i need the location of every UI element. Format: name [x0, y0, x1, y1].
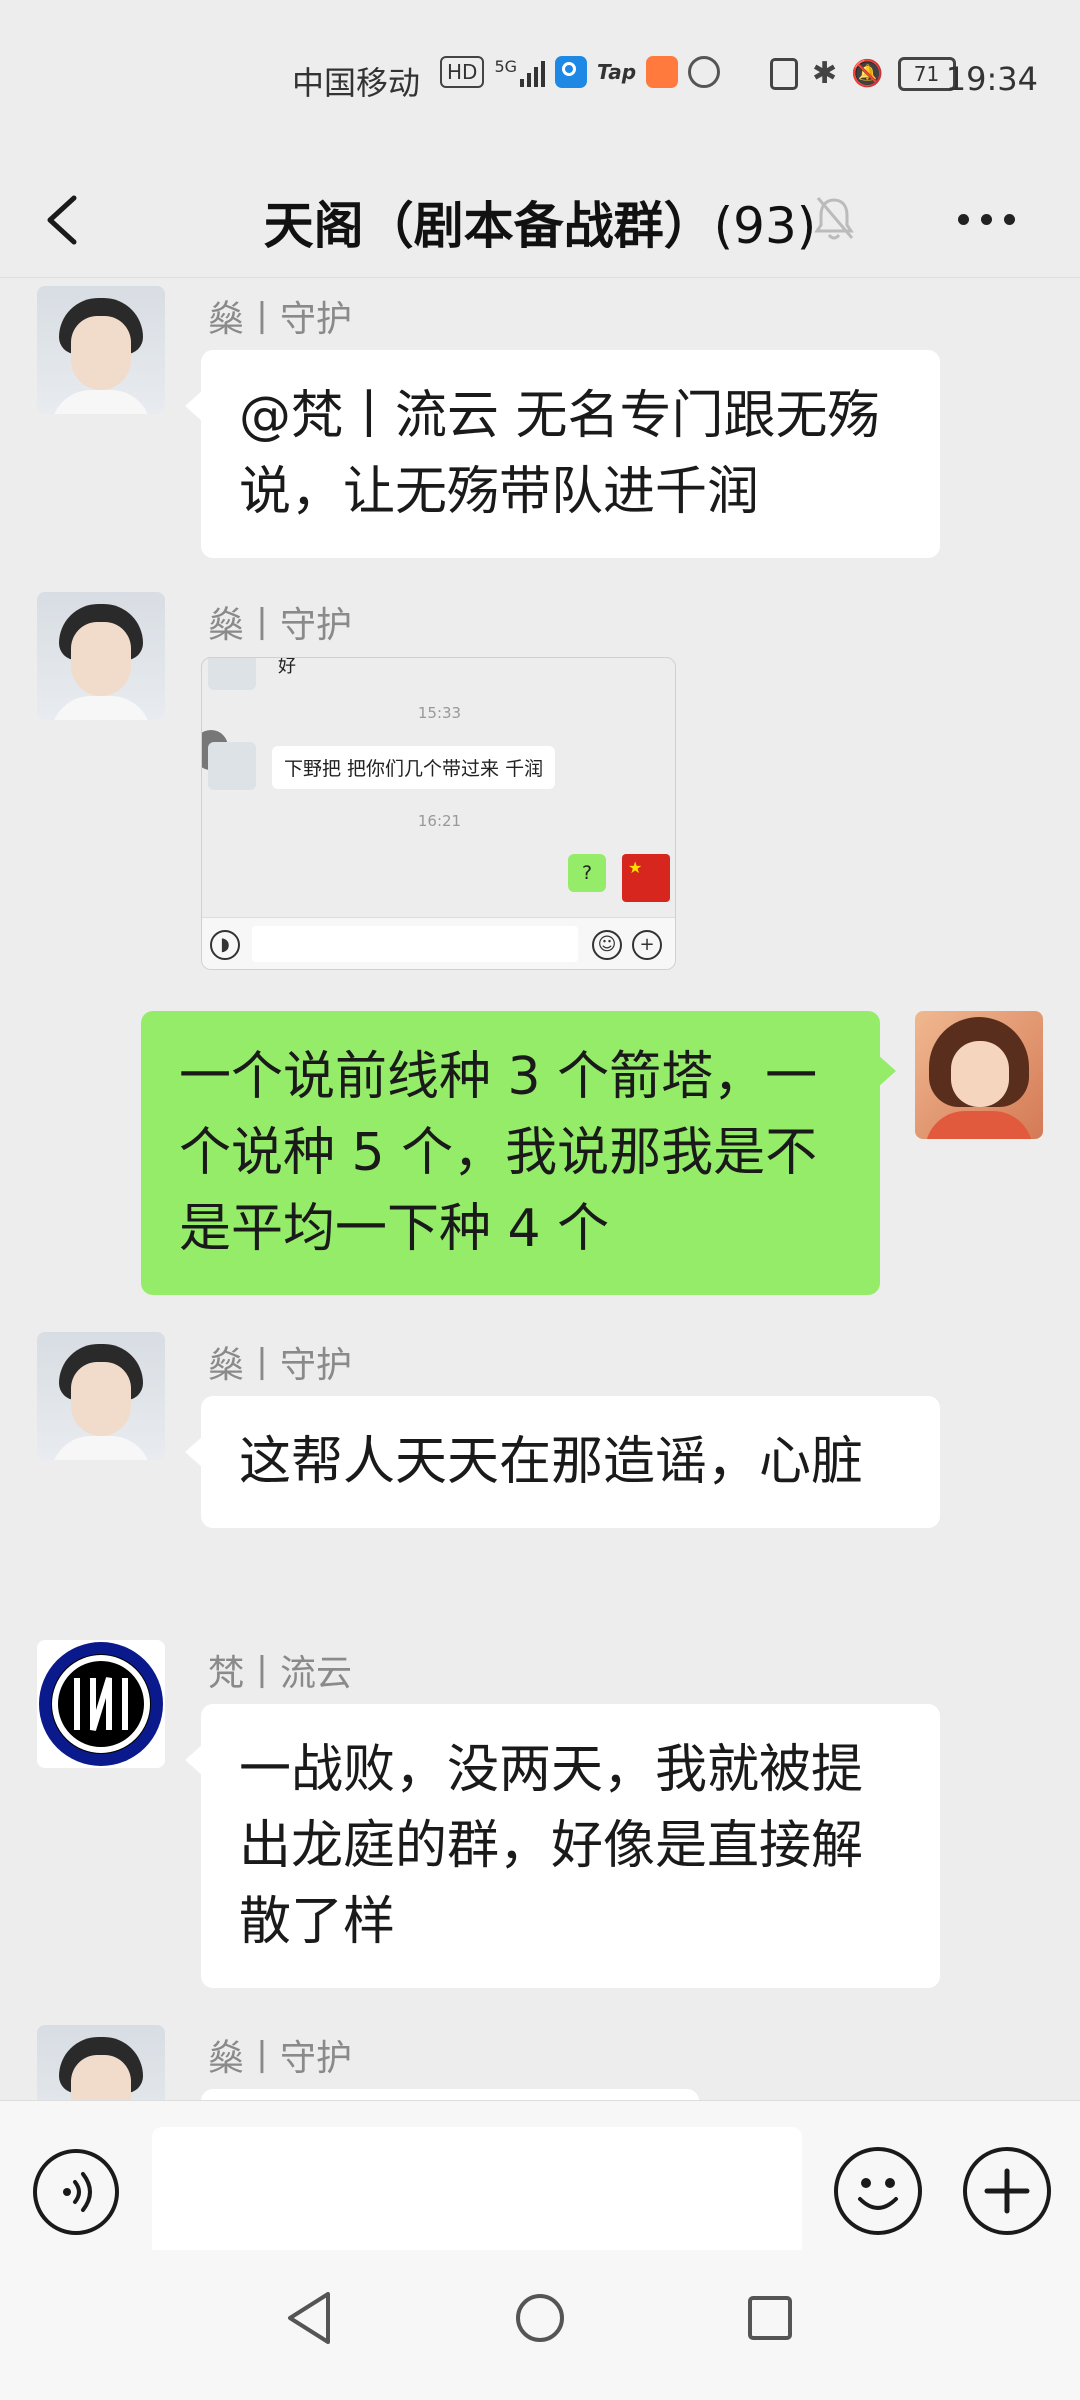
input-bar: ◗ ☺ + [202, 917, 675, 969]
message-bubble[interactable]: 一个说前线种 3 个箭塔，一个说种 5 个，我说那我是不是平均一下种 4 个 [141, 1011, 896, 1295]
status-bar: 中国移动 HD 5G Tap ✱ 🔕 71 19:34 [0, 0, 1080, 160]
avatar[interactable] [37, 1332, 165, 1460]
message-bubble[interactable]: @梵丨流云 无名专门跟无殇说，让无殇带队进千润 [185, 350, 940, 558]
sender-name: 燊丨守护 [208, 1345, 353, 1386]
avatar [208, 658, 256, 690]
group-name: 天阁（剧本备战群） [263, 197, 714, 255]
avatar[interactable] [37, 1640, 165, 1768]
flag-avatar: ★ [622, 854, 670, 902]
plus-button[interactable] [963, 2147, 1051, 2235]
timestamp: 16:21 [417, 812, 462, 830]
plus-icon: + [632, 930, 662, 960]
input-bar [0, 2100, 1080, 2257]
more-dots-icon [958, 214, 969, 225]
status-icons-left: HD 5G Tap [440, 56, 721, 88]
sender-name: 燊丨守护 [208, 2038, 353, 2079]
hand-app-icon [688, 56, 721, 88]
voice-icon [63, 2172, 92, 2212]
plus-icon [984, 2168, 1030, 2214]
emoji-icon [858, 2178, 898, 2210]
bell-off-icon: 🔕 [851, 58, 884, 89]
signal-icon: 5G [494, 57, 546, 87]
more-button[interactable] [958, 214, 1015, 225]
text-field [252, 926, 578, 962]
message-bubble[interactable] [201, 2089, 699, 2100]
message-bubble: 下野把 把你们几个带过来 千润 [272, 746, 556, 789]
nav-home-icon[interactable] [512, 2286, 568, 2350]
sender-name: 燊丨守护 [208, 299, 353, 340]
nfc-icon [770, 57, 798, 90]
network-label: 5G [494, 57, 518, 76]
heart-app-icon [646, 56, 679, 88]
message-bubble: ? [568, 854, 607, 892]
bell-muted-icon [812, 194, 856, 246]
hd-icon: HD [440, 56, 485, 88]
nav-back-icon[interactable] [282, 2286, 338, 2350]
avatar [208, 742, 256, 790]
avatar[interactable] [915, 1011, 1043, 1139]
sender-name: 梵丨流云 [208, 1653, 353, 1694]
avatar[interactable] [37, 286, 165, 414]
avatar[interactable] [37, 2025, 165, 2100]
chat-title: 天阁（剧本备战群）(93) [0, 186, 1080, 258]
message-input[interactable] [152, 2127, 802, 2257]
member-count: (93) [713, 197, 817, 255]
partial-text: 好 [278, 657, 296, 677]
navigation-bar [0, 2250, 1080, 2400]
emoji-button[interactable] [834, 2147, 922, 2235]
timestamp: 15:33 [417, 704, 462, 722]
voice-button[interactable] [33, 2149, 119, 2235]
emoji-icon: ☺ [592, 930, 622, 960]
taptap-icon: Tap [597, 60, 637, 84]
search-app-icon [555, 56, 588, 88]
avatar[interactable] [37, 592, 165, 720]
sender-name: 燊丨守护 [208, 605, 353, 646]
status-icons-right: ✱ 🔕 71 [770, 56, 956, 91]
carrier-label: 中国移动 [292, 64, 421, 102]
message-bubble[interactable]: 一战败，没两天，我就被提出龙庭的群，好像是直接解散了样 [185, 1704, 940, 1988]
clock: 19:34 [945, 60, 1038, 98]
message-list[interactable]: 燊丨守护 @梵丨流云 无名专门跟无殇说，让无殇带队进千润 燊丨守护 好 15:3… [0, 278, 1080, 2100]
bluetooth-icon: ✱ [812, 56, 838, 91]
message-bubble[interactable]: 这帮人天天在那造谣，心脏 [185, 1396, 940, 1528]
voice-icon: ◗ [210, 930, 240, 960]
chat-header: 天阁（剧本备战群）(93) [0, 160, 1080, 278]
nav-recents-icon[interactable] [742, 2286, 798, 2350]
inter-logo-icon [39, 1642, 163, 1766]
image-message[interactable]: 好 15:33 下野把 把你们几个带过来 千润 16:21 ? ★ ◗ ☺ + [201, 657, 676, 970]
